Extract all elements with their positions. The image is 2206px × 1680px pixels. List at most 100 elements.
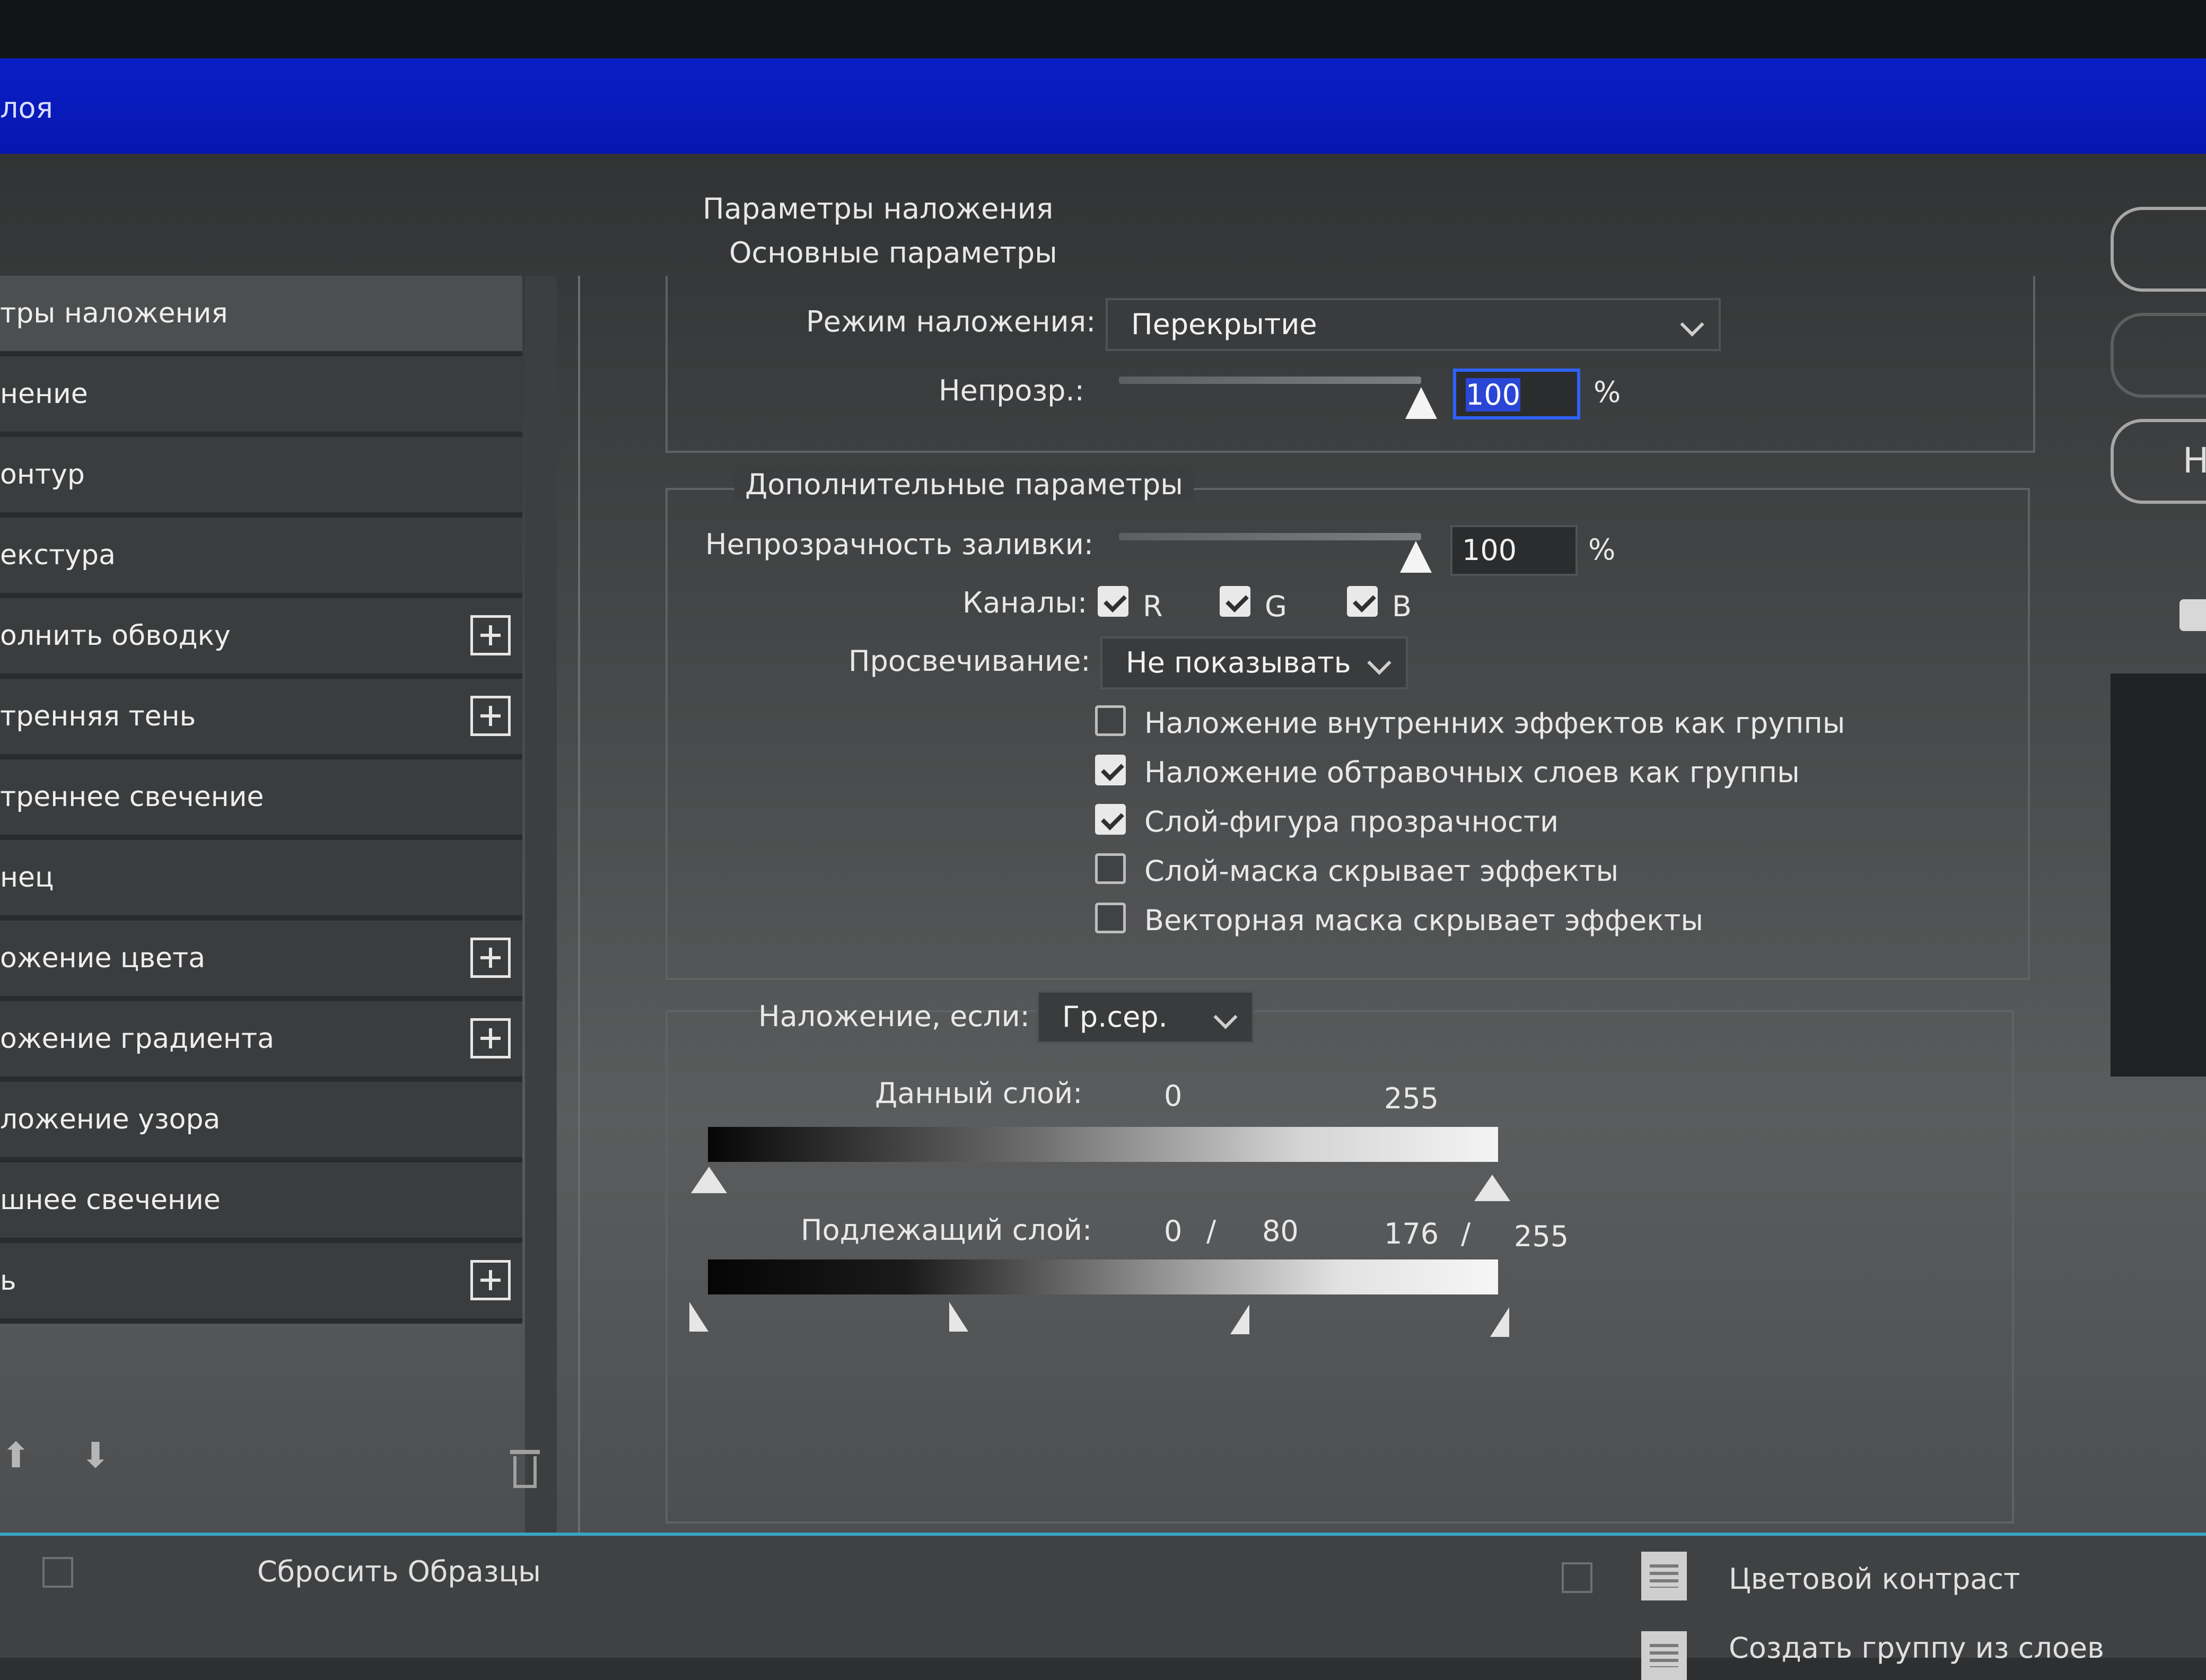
reset-swatches-item[interactable]: Сбросить Образцы bbox=[257, 1555, 541, 1588]
plus-icon[interactable] bbox=[470, 696, 511, 736]
advanced-option-checkbox[interactable] bbox=[1095, 853, 1126, 884]
basic-params-title: Основные параметры bbox=[729, 236, 1057, 269]
blend-if-value: Гр.сер. bbox=[1062, 1000, 1168, 1034]
right-button-rail: Н bbox=[2111, 207, 2206, 1533]
style-list-item-label: тренняя тень bbox=[0, 701, 196, 732]
this-layer-label: Данный слой: bbox=[875, 1077, 1083, 1110]
style-list-item-label: ожение градиента bbox=[0, 1023, 275, 1055]
move-up-icon[interactable]: ⬆ bbox=[0, 1437, 32, 1474]
new-style-button-label: Н bbox=[2183, 440, 2206, 481]
knockout-dropdown[interactable]: Не показывать bbox=[1100, 636, 1408, 689]
knockout-label: Просвечивание: bbox=[848, 644, 1091, 678]
this-layer-black-slider[interactable] bbox=[691, 1167, 727, 1193]
style-list-item[interactable]: нение bbox=[0, 356, 522, 437]
plus-icon[interactable] bbox=[470, 615, 511, 655]
bottom-checkbox-2[interactable] bbox=[1562, 1562, 1592, 1593]
underlying-sep-1: / bbox=[1206, 1214, 1216, 1248]
fill-opacity-slider-thumb[interactable] bbox=[1400, 541, 1432, 573]
advanced-option-checkbox[interactable] bbox=[1095, 755, 1126, 785]
channel-label: R bbox=[1143, 590, 1163, 623]
style-list-item-label: ложение узора bbox=[0, 1104, 221, 1135]
advanced-option-label: Наложение внутренних эффектов как группы bbox=[1144, 706, 1845, 740]
style-list-item-label: тры наложения bbox=[0, 298, 228, 329]
advanced-option-checkbox[interactable] bbox=[1095, 903, 1126, 933]
layer-style-dialog: тры наложения нение онтур екстура олнить обв… bbox=[0, 154, 2206, 1633]
blend-mode-label: Режим наложения: bbox=[806, 305, 1096, 338]
channel-g-checkbox[interactable] bbox=[1220, 586, 1250, 617]
style-list-item[interactable]: шнее свечение bbox=[0, 1162, 522, 1243]
opacity-percent-sign: % bbox=[1594, 375, 1621, 409]
style-list-item[interactable]: ожение цвета bbox=[0, 921, 522, 1001]
opacity-label: Непрозр.: bbox=[939, 374, 1084, 407]
channel-r-checkbox[interactable] bbox=[1098, 586, 1128, 617]
fill-percent-sign: % bbox=[1588, 533, 1616, 566]
style-list-item-label: олнить обводку bbox=[0, 620, 231, 652]
style-list-item[interactable]: тренняя тень bbox=[0, 679, 522, 759]
color-contrast-item[interactable]: Цветовой контраст bbox=[1729, 1562, 2020, 1596]
blend-mode-value: Перекрытие bbox=[1131, 308, 1317, 341]
blend-if-dropdown[interactable]: Гр.сер. bbox=[1037, 991, 1254, 1044]
section-title: Параметры наложения bbox=[703, 192, 1054, 225]
fill-opacity-slider[interactable] bbox=[1119, 533, 1421, 540]
style-list-item-label: екстура bbox=[0, 539, 116, 571]
style-list-item[interactable]: нец bbox=[0, 840, 522, 921]
advanced-option-label: Наложение обтравочных слоев как группы bbox=[1144, 756, 1800, 789]
plus-icon[interactable] bbox=[470, 1260, 511, 1300]
style-list-item-label: ожение цвета bbox=[0, 942, 206, 974]
top-dark-area bbox=[0, 0, 2206, 58]
advanced-option-checkbox[interactable] bbox=[1095, 705, 1126, 736]
opacity-slider-thumb[interactable] bbox=[1405, 387, 1437, 419]
this-layer-gradient bbox=[708, 1127, 1498, 1162]
delete-effect-icon[interactable] bbox=[509, 1448, 541, 1490]
this-layer-max: 255 bbox=[1384, 1082, 1439, 1115]
underlying-value-176: 176 bbox=[1384, 1217, 1439, 1250]
blend-mode-dropdown[interactable]: Перекрытие bbox=[1106, 298, 1721, 351]
style-list-item[interactable]: ложение узора bbox=[0, 1082, 522, 1162]
blend-if-label: Наложение, если: bbox=[758, 1000, 1030, 1033]
opacity-slider[interactable] bbox=[1119, 377, 1421, 384]
advanced-option-label: Слой-маска скрывает эффекты bbox=[1144, 854, 1619, 888]
underlying-layer-label: Подлежащий слой: bbox=[801, 1213, 1092, 1247]
advanced-option-checkbox[interactable] bbox=[1095, 804, 1126, 835]
style-list-item[interactable]: тры наложения bbox=[0, 276, 522, 356]
new-style-button[interactable]: Н bbox=[2111, 419, 2206, 504]
left-panel-divider bbox=[578, 276, 580, 1633]
bottom-panel: Сбросить Образцы Цветовой контраст Созда… bbox=[0, 1533, 2206, 1680]
styles-list: тры наложения нение онтур екстура олнить обв… bbox=[0, 276, 525, 1612]
plus-icon[interactable] bbox=[470, 938, 511, 978]
style-list-item[interactable]: ожение градиента bbox=[0, 1001, 522, 1082]
underlying-layer-gradient bbox=[708, 1259, 1498, 1294]
advanced-option-label: Слой-фигура прозрачности bbox=[1144, 805, 1559, 838]
plus-icon[interactable] bbox=[470, 1018, 511, 1058]
dialog-title-bar[interactable]: лоя bbox=[0, 58, 2206, 154]
underlying-value-255: 255 bbox=[1514, 1220, 1569, 1253]
ok-button[interactable] bbox=[2111, 207, 2206, 292]
move-down-icon[interactable]: ⬇ bbox=[80, 1437, 111, 1474]
style-list-item[interactable]: олнить обводку bbox=[0, 598, 522, 679]
style-list-item-label: ь bbox=[0, 1265, 16, 1297]
advanced-option-label: Векторная маска скрывает эффекты bbox=[1144, 904, 1703, 937]
style-list-item[interactable]: ь bbox=[0, 1243, 522, 1324]
style-list-item[interactable]: онтур bbox=[0, 437, 522, 518]
opacity-input[interactable]: 100 bbox=[1453, 369, 1580, 419]
preview-checkbox[interactable] bbox=[2179, 599, 2206, 631]
style-list-item[interactable]: треннее свечение bbox=[0, 759, 522, 840]
channel-label: B bbox=[1392, 590, 1412, 623]
create-group-item[interactable]: Создать группу из слоев bbox=[1729, 1631, 2104, 1665]
channel-b-checkbox[interactable] bbox=[1347, 586, 1378, 617]
style-list-item-label: нец bbox=[0, 862, 54, 894]
channels-label: Каналы: bbox=[962, 586, 1088, 619]
fill-opacity-label: Непрозрачность заливки: bbox=[705, 528, 1094, 561]
style-preview bbox=[2111, 673, 2206, 1077]
bottom-checkbox[interactable] bbox=[42, 1557, 73, 1588]
document-icon bbox=[1641, 1552, 1687, 1600]
this-layer-min: 0 bbox=[1164, 1079, 1183, 1113]
underlying-value-80: 80 bbox=[1262, 1214, 1299, 1248]
styles-list-scrollbar[interactable] bbox=[525, 276, 557, 1548]
fill-opacity-input[interactable]: 100 bbox=[1450, 525, 1578, 576]
advanced-title: Дополнительные параметры bbox=[734, 468, 1194, 501]
underlying-sep-2: / bbox=[1461, 1217, 1471, 1250]
style-list-item[interactable]: екстура bbox=[0, 518, 522, 598]
cancel-button[interactable] bbox=[2111, 313, 2206, 398]
this-layer-white-slider[interactable] bbox=[1474, 1175, 1510, 1201]
